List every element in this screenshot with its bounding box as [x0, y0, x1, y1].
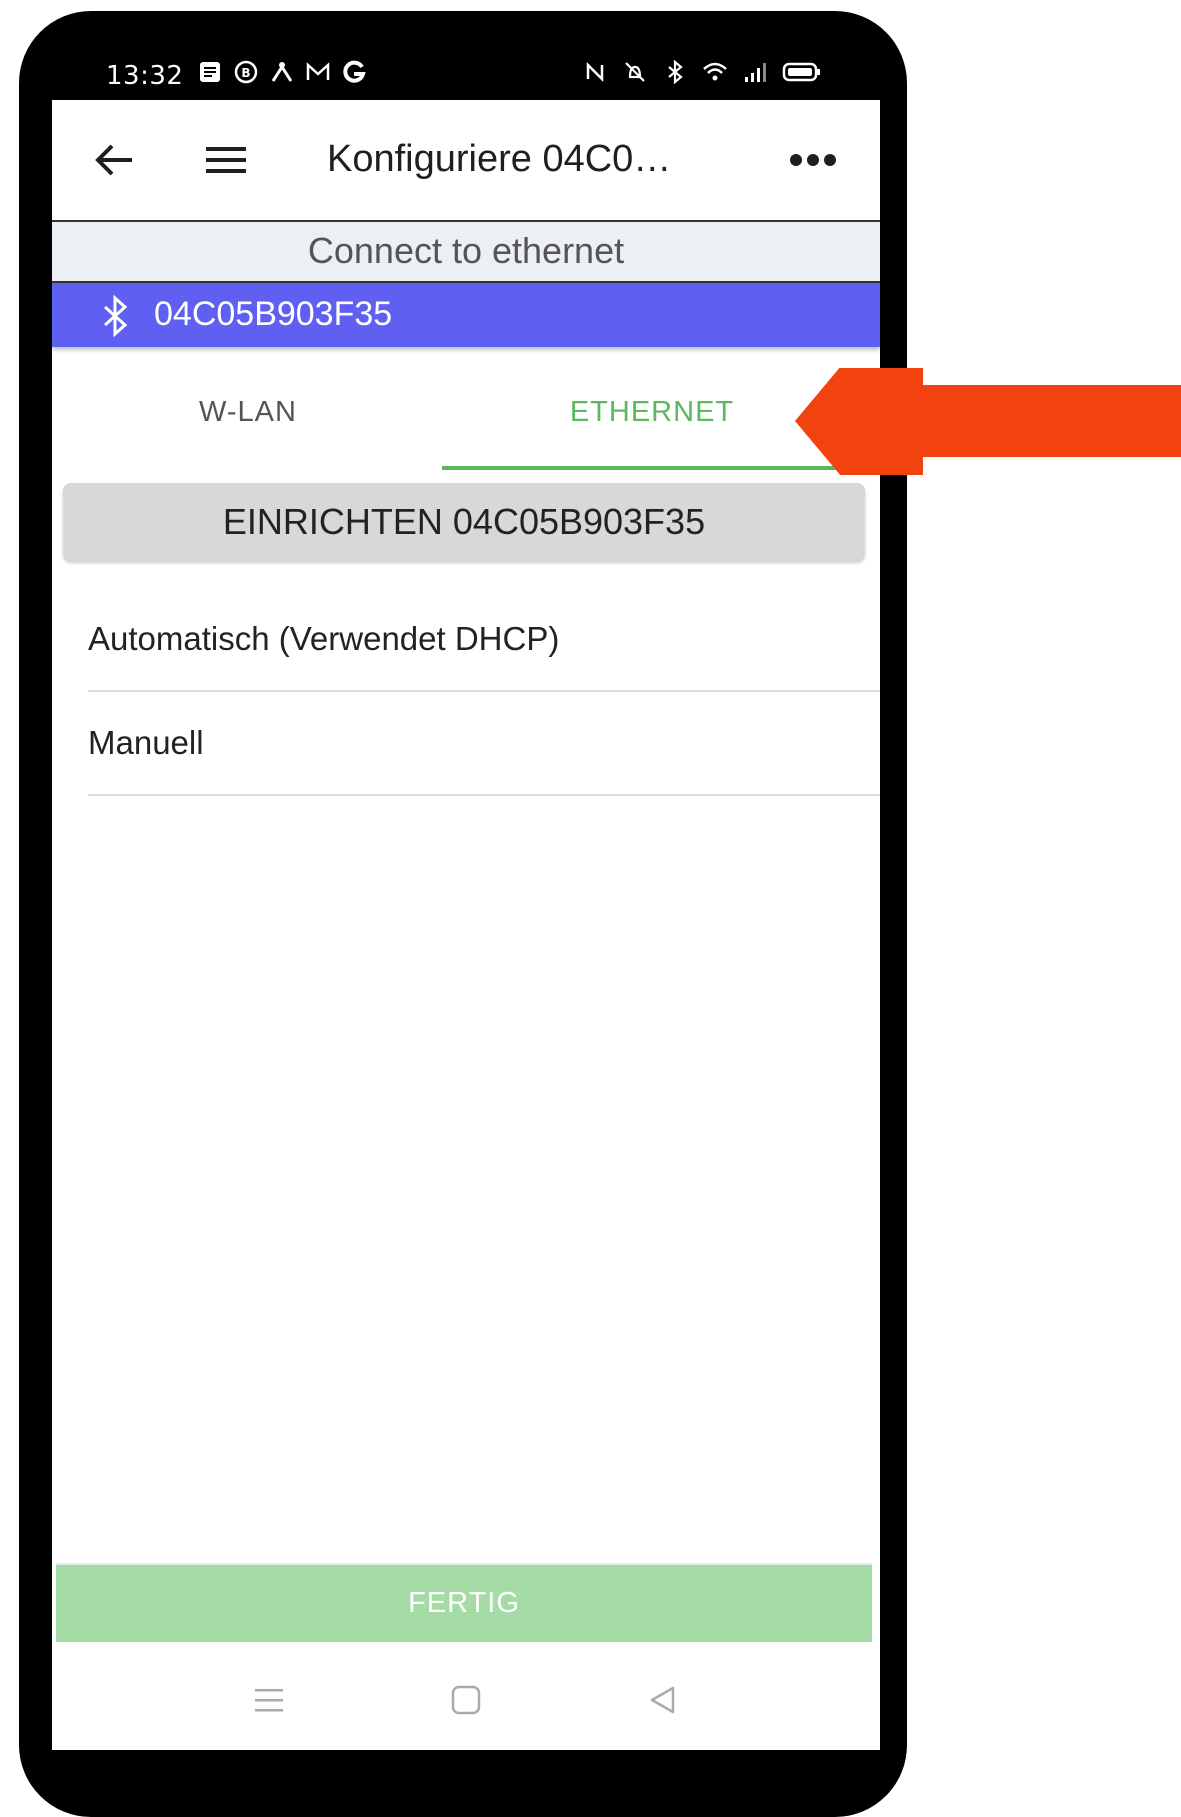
google-icon	[343, 60, 366, 83]
device-bar: 04C05B903F35	[52, 283, 880, 347]
hamburger-menu-icon[interactable]	[204, 144, 248, 176]
home-icon[interactable]	[449, 1683, 483, 1717]
svg-text:B: B	[241, 66, 250, 80]
signal-icon	[745, 63, 766, 82]
wifi-icon	[703, 62, 727, 81]
bluetooth-icon	[103, 295, 128, 337]
option-automatic-dhcp[interactable]: Automatisch (Verwendet DHCP)	[88, 588, 880, 692]
mail-icon	[306, 62, 330, 80]
tab-bar: W-LAN ETHERNET	[52, 360, 880, 470]
app-bar: Konfiguriere 04C0…	[52, 100, 880, 222]
done-button[interactable]: FERTIG	[56, 1563, 872, 1642]
annotation-arrow-icon	[795, 368, 1181, 475]
status-bar: 13:32 B	[19, 11, 907, 100]
nfc-icon	[586, 61, 604, 83]
vibrate-off-icon	[625, 62, 645, 82]
more-options-icon[interactable]	[788, 152, 838, 168]
status-time: 13:32	[106, 61, 184, 91]
battery-icon	[782, 62, 820, 82]
bluetooth-icon	[668, 59, 683, 85]
back-arrow-icon[interactable]	[92, 142, 136, 178]
tab-wlan[interactable]: W-LAN	[52, 360, 444, 470]
back-triangle-icon[interactable]	[646, 1683, 680, 1717]
network-icon	[271, 62, 293, 82]
page-title: Konfiguriere 04C0…	[327, 138, 672, 180]
system-nav-bar	[52, 1645, 880, 1750]
b-circle-icon: B	[234, 60, 258, 84]
notes-icon	[200, 62, 220, 82]
device-id-label: 04C05B903F35	[154, 295, 393, 333]
app-screen: Konfiguriere 04C0… Connect to ethernet 0…	[52, 100, 880, 1750]
recent-apps-icon[interactable]	[252, 1683, 286, 1717]
setup-device-button[interactable]: EINRICHTEN 04C05B903F35	[63, 483, 865, 561]
connection-subheader: Connect to ethernet	[52, 222, 880, 283]
option-manual[interactable]: Manuell	[88, 692, 880, 796]
